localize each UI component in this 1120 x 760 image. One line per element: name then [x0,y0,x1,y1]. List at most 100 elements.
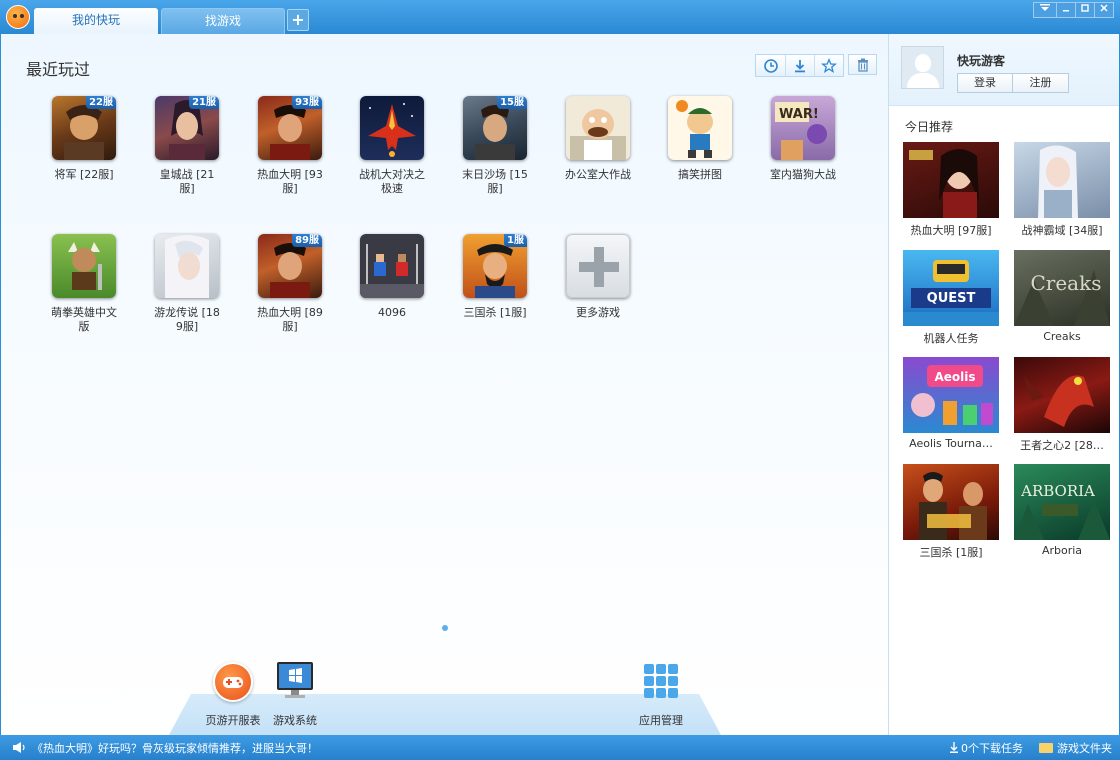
game-thumbnail: 15服 [463,96,527,160]
section-title: 最近玩过 [26,60,91,79]
svg-text:WAR!: WAR! [779,107,819,122]
close-icon[interactable] [1094,3,1113,17]
game-thumbnail [566,96,630,160]
maximize-icon[interactable] [1075,3,1094,17]
download-icon[interactable] [785,55,814,76]
more-games-button[interactable]: 更多游戏 [550,234,646,320]
game-thumbnail: 22服 [52,96,116,160]
user-panel: 快玩游客 登录 注册 [889,34,1119,106]
game-item[interactable]: 15服 末日沙场 [15服] [447,96,543,196]
game-label: 末日沙场 [15服] [462,168,528,195]
game-label: 室内猫狗大战 [770,168,836,181]
menu-dropdown-icon[interactable] [1034,3,1056,17]
game-item[interactable]: 4096 [344,234,440,320]
recommended-game[interactable]: QUEST 机器人任务 [901,250,1001,346]
avatar[interactable] [901,46,944,89]
server-badge: 21服 [189,96,219,109]
kuaiwan-logo-icon[interactable] [6,5,30,29]
game-label: 更多游戏 [576,306,620,319]
dock-server-schedule[interactable]: 页游开服表 [201,662,265,728]
game-folder-label: 游戏文件夹 [1057,742,1112,755]
recommended-label: Aeolis Tourna… [909,437,993,450]
game-folder-link[interactable]: 游戏文件夹 [1039,740,1112,756]
game-thumbnail [360,234,424,298]
game-label: 三国杀 [1服] [463,306,527,319]
status-bar: 《热血大明》好玩吗？骨灰级玩家倾情推荐，进服当大哥！ 0个下载任务 游戏文件夹 [0,735,1120,760]
recommended-game[interactable]: 王者之心2 [28… [1012,357,1112,453]
game-item[interactable]: 1服 三国杀 [1服] [447,234,543,320]
game-label: 搞笑拼图 [678,168,722,181]
svg-text:ARBORIA: ARBORIA [1020,482,1095,500]
game-thumbnail [1014,357,1110,433]
toolbar-group [755,54,844,77]
grid-apps-icon [642,662,680,700]
game-label: 战机大对决之极速 [359,168,425,195]
dock-app-manager[interactable]: 应用管理 [629,662,693,728]
recommended-label: 三国杀 [1服] [919,546,983,559]
trash-icon[interactable] [848,54,877,75]
monitor-icon [275,660,315,700]
recommended-game[interactable]: Aeolis Aeolis Tourna… [901,357,1001,450]
clock-icon[interactable] [756,55,785,76]
game-item[interactable]: 21服 皇城战 [21服] [139,96,235,196]
server-badge: 22服 [86,96,116,109]
register-button[interactable]: 注册 [1013,73,1069,93]
download-tasks-label: 0个下载任务 [961,742,1023,755]
game-thumbnail: 1服 [463,234,527,298]
server-badge: 15服 [497,96,527,109]
tab-my-games[interactable]: 我的快玩 [34,8,158,34]
recommend-title: 今日推荐 [905,120,954,134]
tab-find-games[interactable]: 找游戏 [161,8,285,34]
game-label: 热血大明 [89服] [257,306,323,333]
add-tab-button[interactable]: + [287,9,309,31]
recommended-label: 王者之心2 [28… [1020,439,1104,452]
game-item[interactable]: 搞笑拼图 [652,96,748,182]
game-item[interactable]: 战机大对决之极速 [344,96,440,196]
announcement-link[interactable]: 《热血大明》好玩吗？骨灰级玩家倾情推荐，进服当大哥！ [32,740,318,756]
login-button[interactable]: 登录 [957,73,1013,93]
game-item[interactable]: 萌拳英雄中文版 [36,234,132,334]
gamepad-icon [213,662,253,702]
game-item[interactable]: 89服 热血大明 [89服] [242,234,338,334]
view-toolbar [755,54,877,77]
auth-buttons: 登录 注册 [957,73,1069,93]
recommended-game[interactable]: Creaks Creaks [1012,250,1112,343]
window-controls [1033,2,1114,18]
game-item[interactable]: 93服 热血大明 [93服] [242,96,338,196]
game-item[interactable]: 办公室大作战 [550,96,646,182]
recommended-label: 机器人任务 [923,332,979,345]
game-item[interactable]: WAR! 室内猫狗大战 [755,96,851,182]
download-tasks-link[interactable]: 0个下载任务 [950,740,1023,756]
svg-text:Creaks: Creaks [1030,271,1101,295]
recommended-label: 战神霸域 [34服] [1021,224,1103,237]
recommended-game[interactable]: 三国杀 [1服] [901,464,1001,560]
recommended-game[interactable]: 热血大明 [97服] [901,142,1001,238]
folder-icon [1039,743,1053,753]
game-item[interactable]: 游龙传说 [189服] [139,234,235,334]
star-icon[interactable] [814,55,843,76]
game-thumbnail [360,96,424,160]
game-thumbnail: QUEST [903,250,999,326]
game-item[interactable]: 22服 将军 [22服] [36,96,132,182]
dock-game-system[interactable]: 游戏系统 [263,660,327,728]
recommended-game[interactable]: ARBORIA Arboria [1012,464,1112,557]
game-label: 热血大明 [93服] [257,168,323,195]
game-thumbnail [1014,142,1110,218]
minimize-icon[interactable] [1056,3,1075,17]
page-indicator-dot[interactable] [442,625,448,631]
game-thumbnail [668,96,732,160]
dock-label: 游戏系统 [273,714,317,727]
announcement-icon [13,742,25,753]
dock-label: 页游开服表 [205,714,261,727]
main-panel: 最近玩过 22服 将军 [22服] 21服 皇城战 [21服] 93服 热血大明… [1,34,888,735]
game-label: 游龙传说 [189服] [154,306,220,333]
game-label: 皇城战 [21服] [159,168,215,195]
game-label: 办公室大作战 [565,168,631,181]
game-thumbnail: 93服 [258,96,322,160]
dock-label: 应用管理 [639,714,683,727]
recommended-game[interactable]: 战神霸域 [34服] [1012,142,1112,238]
user-name: 快玩游客 [957,54,1006,68]
game-label: 将军 [22服] [54,168,114,181]
recommended-label: Creaks [1043,330,1081,343]
game-thumbnail [903,464,999,540]
